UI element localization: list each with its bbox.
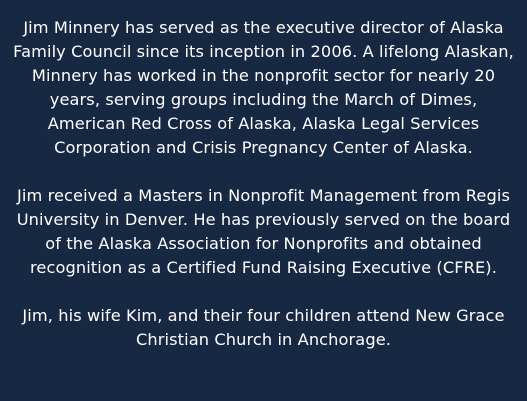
bio-section: Jim Minnery has served as the executive …	[0, 0, 527, 401]
bio-paragraph-career: Jim Minnery has served as the executive …	[13, 18, 514, 157]
bio-paragraph-family: Jim, his wife Kim, and their four childr…	[22, 306, 505, 349]
bio-paragraph-education: Jim received a Masters in Nonprofit Mana…	[16, 186, 511, 277]
